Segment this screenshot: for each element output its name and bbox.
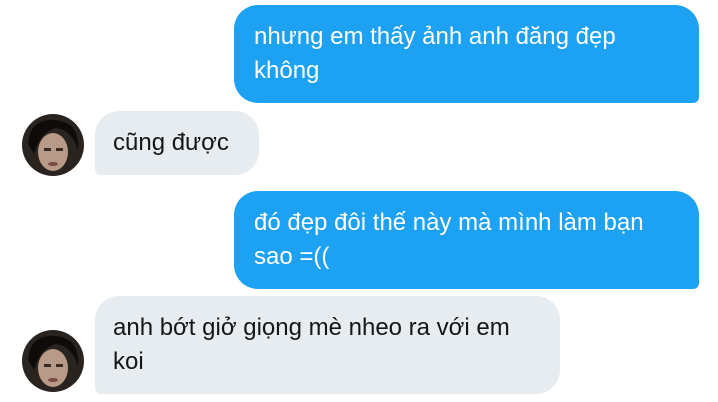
- received-message-bubble[interactable]: anh bớt giở giọng mè nheo ra với em koi: [95, 296, 560, 394]
- sent-message-bubble[interactable]: nhưng em thấy ảnh anh đăng đẹp không: [234, 5, 699, 103]
- avatar-photo-icon: [22, 330, 84, 392]
- message-thread: nhưng em thấy ảnh anh đăng đẹp không cũn…: [0, 0, 718, 402]
- user-avatar[interactable]: [22, 330, 84, 392]
- user-avatar[interactable]: [22, 114, 84, 176]
- sent-message-bubble[interactable]: đó đẹp đôi thế này mà mình làm bạn sao =…: [234, 191, 699, 289]
- message-text: nhưng em thấy ảnh anh đăng đẹp không: [254, 23, 616, 84]
- avatar-photo-icon: [22, 114, 84, 176]
- message-text: anh bớt giở giọng mè nheo ra với em koi: [113, 314, 510, 375]
- received-message-bubble[interactable]: cũng được: [95, 111, 259, 175]
- message-text: đó đẹp đôi thế này mà mình làm bạn sao =…: [254, 209, 644, 270]
- message-text: cũng được: [113, 129, 229, 156]
